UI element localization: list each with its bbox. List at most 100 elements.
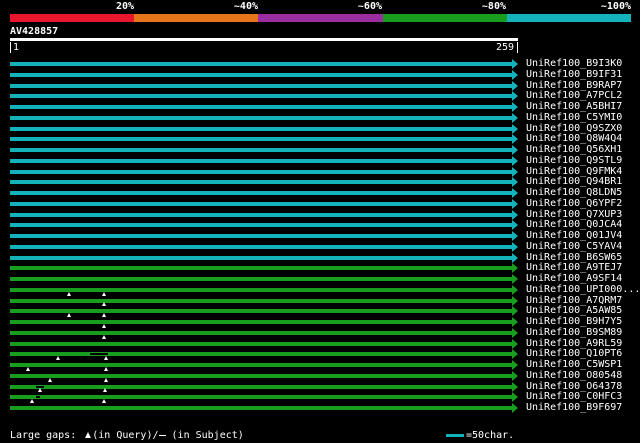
- hit-label[interactable]: UniRef100_B6SW65: [526, 252, 622, 263]
- hit-arrow-icon: [512, 349, 518, 360]
- hit-bar[interactable]: [10, 115, 516, 120]
- color-band-4: [382, 14, 507, 22]
- hit-bar[interactable]: [10, 266, 516, 271]
- hit-label[interactable]: UniRef100_B9H7Y5: [526, 316, 622, 327]
- hit-label[interactable]: UniRef100_O64378: [526, 381, 622, 392]
- subject-gap-marker: [36, 385, 44, 388]
- hit-arrow-icon: [512, 284, 518, 295]
- hit-label[interactable]: UniRef100_O80548: [526, 370, 622, 381]
- hit-label[interactable]: UniRef100_A9TEJ7: [526, 262, 622, 273]
- hit-arrow-icon: [512, 177, 518, 188]
- hit-bar[interactable]: [10, 105, 516, 109]
- hit-label[interactable]: UniRef100_Q94BR1: [526, 176, 622, 187]
- query-start-tick: [10, 42, 11, 53]
- query-gap-marker-icon: [26, 366, 30, 371]
- hit-label[interactable]: UniRef100_C0HFC3: [526, 391, 622, 402]
- query-gap-marker-icon: [104, 377, 108, 382]
- hit-label[interactable]: UniRef100_UPI000...: [526, 284, 640, 295]
- hit-bar[interactable]: [10, 363, 516, 367]
- hit-label[interactable]: UniRef100_B9RAP7: [526, 80, 622, 91]
- hit-label[interactable]: UniRef100_Q8LDN5: [526, 187, 622, 198]
- subject-gap-marker: [90, 353, 108, 356]
- query-gap-marker-icon: [30, 399, 34, 403]
- hit-label[interactable]: UniRef100_Q0JCA4: [526, 219, 622, 230]
- hit-bar[interactable]: [10, 373, 516, 378]
- hit-arrow-icon: [512, 231, 518, 241]
- hit-bar[interactable]: [10, 320, 516, 324]
- hit-arrow-icon: [512, 69, 518, 80]
- hit-label[interactable]: UniRef100_C5YAV4: [526, 241, 622, 252]
- hit-bar[interactable]: [10, 341, 516, 346]
- hit-label[interactable]: UniRef100_C5WSP1: [526, 359, 622, 370]
- hit-arrow-icon: [512, 59, 518, 69]
- hit-bar[interactable]: [10, 126, 516, 131]
- hit-bar[interactable]: [10, 234, 516, 238]
- hit-label[interactable]: UniRef100_Q9SZX0: [526, 123, 622, 134]
- hit-bar[interactable]: [10, 384, 516, 389]
- hit-bar[interactable]: [10, 330, 516, 335]
- hit-bar[interactable]: [10, 169, 516, 174]
- hit-label[interactable]: UniRef100_B9F697: [526, 402, 622, 413]
- hit-bar[interactable]: [10, 406, 516, 410]
- hit-label[interactable]: UniRef100_A9RL59: [526, 338, 622, 349]
- hit-arrow-icon: [512, 188, 518, 198]
- hit-bar[interactable]: [10, 212, 516, 217]
- hit-bar[interactable]: [10, 244, 516, 249]
- hit-label[interactable]: UniRef100_A7QRM7: [526, 295, 622, 306]
- hit-bar[interactable]: [10, 298, 516, 303]
- hit-bar[interactable]: [10, 352, 516, 357]
- hit-label[interactable]: UniRef100_A9SF14: [526, 273, 622, 284]
- hit-arrow-icon: [512, 102, 518, 112]
- hit-bar[interactable]: [10, 72, 516, 77]
- hit-arrow-icon: [512, 317, 518, 327]
- hit-bar[interactable]: [10, 83, 516, 88]
- hit-label[interactable]: UniRef100_Q10PT6: [526, 348, 622, 359]
- percent-label-20: 20%: [115, 1, 134, 12]
- hit-label[interactable]: UniRef100_Q6YPF2: [526, 198, 622, 209]
- hit-label[interactable]: UniRef100_C5YMI0: [526, 112, 622, 123]
- hit-arrow-icon: [512, 306, 518, 317]
- hit-bar[interactable]: [10, 191, 516, 195]
- hit-bar[interactable]: [10, 201, 516, 206]
- hit-label[interactable]: UniRef100_A5AW85: [526, 305, 622, 316]
- hit-bar[interactable]: [10, 277, 516, 281]
- hit-bar[interactable]: [10, 223, 516, 228]
- hit-bar[interactable]: [10, 137, 516, 142]
- hit-arrow-icon: [512, 295, 518, 306]
- hit-label[interactable]: UniRef100_Q9STL9: [526, 155, 622, 166]
- hit-bar[interactable]: [10, 287, 516, 292]
- query-start-label: 1: [13, 42, 20, 53]
- hit-label[interactable]: UniRef100_B9SM89: [526, 327, 622, 338]
- subject-gap-marker-icon: [158, 434, 166, 436]
- hit-label[interactable]: UniRef100_Q7XUP3: [526, 209, 622, 220]
- hit-label[interactable]: UniRef100_Q9FMK4: [526, 166, 622, 177]
- color-band-1: [10, 14, 135, 22]
- hit-bar[interactable]: [10, 62, 516, 66]
- percent-label-100: ~100%: [600, 1, 631, 12]
- scale-legend-label: =50char.: [466, 430, 515, 441]
- hit-bar[interactable]: [10, 180, 516, 185]
- hit-bar[interactable]: [10, 395, 516, 400]
- hit-bar[interactable]: [10, 94, 516, 99]
- hit-label[interactable]: UniRef100_A5BHI7: [526, 101, 622, 112]
- query-gap-marker-icon: [102, 334, 106, 339]
- scale-legend-line: [446, 434, 464, 437]
- hit-arrow-icon: [512, 220, 518, 231]
- hit-arrow-icon: [512, 155, 518, 166]
- hit-arrow-icon: [512, 198, 518, 209]
- hit-label[interactable]: UniRef100_Q01JV4: [526, 230, 622, 241]
- hit-arrow-icon: [512, 209, 518, 220]
- hit-label[interactable]: UniRef100_B9IF31: [526, 69, 622, 80]
- hit-label[interactable]: UniRef100_Q56XH1: [526, 144, 622, 155]
- hit-bar[interactable]: [10, 255, 516, 260]
- query-gap-label: (in Query)/: [92, 430, 159, 441]
- hit-label[interactable]: UniRef100_B9I3K0: [526, 58, 622, 69]
- hit-label[interactable]: UniRef100_Q8W4Q4: [526, 133, 622, 144]
- hit-bar[interactable]: [10, 158, 516, 163]
- color-band-3: [258, 14, 383, 22]
- query-gap-marker-icon: [56, 356, 60, 360]
- hit-bar[interactable]: [10, 148, 516, 152]
- hit-label[interactable]: UniRef100_A7PCL2: [526, 90, 622, 101]
- hit-bar[interactable]: [10, 309, 516, 314]
- hit-arrow-icon: [512, 274, 518, 284]
